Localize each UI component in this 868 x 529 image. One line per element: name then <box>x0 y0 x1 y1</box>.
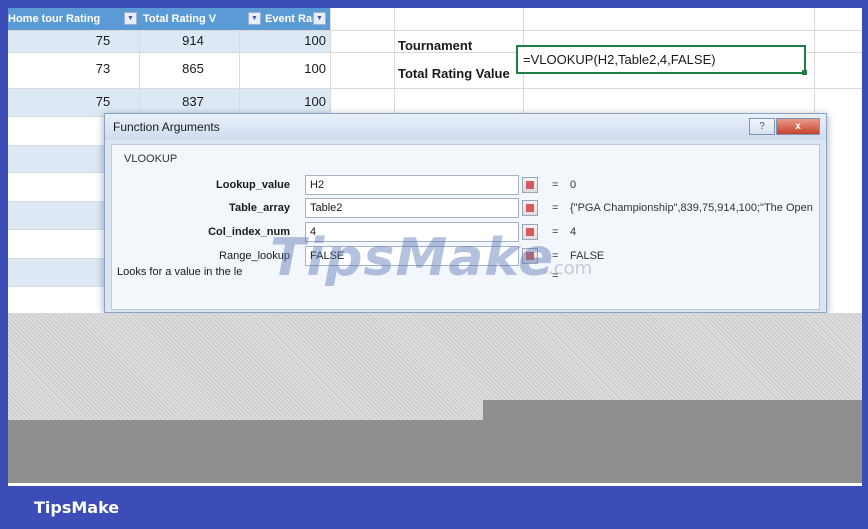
header-home-tour-rating: Home tour Rating <box>8 13 101 25</box>
table-cell[interactable]: 100 <box>239 91 326 113</box>
arg-label-lookup-value: Lookup_value <box>216 179 290 191</box>
watermark-suffix: .com <box>548 258 593 279</box>
obscured-region-dark <box>483 400 862 420</box>
help-button[interactable]: ? <box>749 118 775 135</box>
col-index-num-result: 4 <box>570 226 577 238</box>
range-select-icon[interactable] <box>522 200 538 216</box>
arg-label-table-array: Table_array <box>229 202 290 214</box>
table-array-input[interactable]: Table2 <box>305 198 519 218</box>
close-button[interactable]: x <box>776 118 820 135</box>
dialog-title[interactable]: Function Arguments <box>105 114 826 140</box>
watermark-logo: TipsMake <box>270 228 555 288</box>
frame-right <box>862 0 868 529</box>
fill-handle[interactable] <box>802 70 807 75</box>
lookup-value-input[interactable]: H2 <box>305 175 519 195</box>
table-cell[interactable]: 100 <box>239 30 326 52</box>
footer-bar: TipsMake <box>0 486 868 529</box>
filter-dropdown-icon[interactable]: ▼ <box>124 12 137 25</box>
total-rating-value-label: Total Rating Value <box>398 66 510 81</box>
table-cell[interactable]: 837 <box>158 91 228 113</box>
function-name: VLOOKUP <box>124 153 178 165</box>
arg-label-col-index-num: Col_index_num <box>208 226 290 238</box>
table-cell[interactable]: 914 <box>158 30 228 52</box>
header-total-rating: Total Rating V <box>143 13 217 25</box>
formula-cell[interactable]: =VLOOKUP(H2,Table2,4,FALSE) <box>516 45 806 74</box>
range-select-icon[interactable] <box>522 177 538 193</box>
footer-brand: TipsMake <box>34 498 120 517</box>
tournament-label: Tournament <box>398 38 473 53</box>
screenshot: Home tour Rating ▼ Total Rating V ▼ Even… <box>0 0 868 529</box>
frame-left <box>0 0 8 529</box>
filter-dropdown-icon[interactable]: ▼ <box>248 12 261 25</box>
arg-label-range-lookup: Range_lookup <box>219 250 290 262</box>
lookup-value-result: 0 <box>570 179 577 191</box>
equals-sign: = <box>552 179 559 191</box>
obscured-region-dark <box>8 420 862 483</box>
table-array-result: {"PGA Championship",839,75,914,100;"The … <box>570 202 816 214</box>
header-event-rank: Event Ran <box>265 13 315 25</box>
table-cell[interactable]: 865 <box>158 58 228 80</box>
frame-top <box>0 0 868 8</box>
table-cell[interactable]: 75 <box>68 30 138 52</box>
equals-sign: = <box>552 202 559 214</box>
function-description: Looks for a value in the le <box>117 266 243 278</box>
table-cell[interactable]: 73 <box>68 58 138 80</box>
filter-dropdown-icon[interactable]: ▼ <box>313 12 326 25</box>
table-cell[interactable]: 100 <box>239 58 326 80</box>
table-cell[interactable]: 75 <box>68 91 138 113</box>
table-header-row: Home tour Rating ▼ Total Rating V ▼ Even… <box>8 8 330 30</box>
